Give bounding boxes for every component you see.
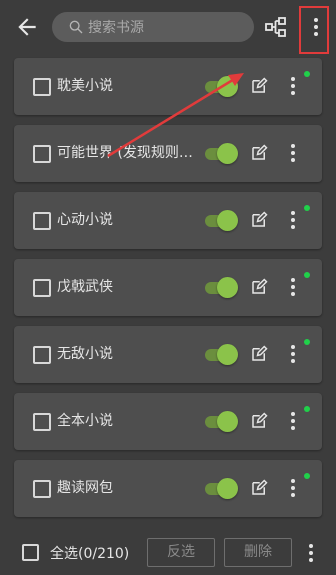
edit-icon[interactable] (250, 479, 268, 497)
update-badge (304, 272, 310, 278)
select-checkbox[interactable] (33, 145, 51, 163)
source-card[interactable]: 耽美小说 (14, 58, 322, 115)
more-icon[interactable] (287, 343, 299, 365)
edit-icon[interactable] (250, 345, 268, 363)
source-name: 心动小说 (57, 212, 113, 228)
update-badge (304, 406, 310, 412)
update-badge (304, 339, 310, 345)
more-icon[interactable] (287, 276, 299, 298)
edit-icon[interactable] (250, 144, 268, 162)
enable-switch[interactable] (203, 210, 239, 232)
update-badge (304, 71, 310, 77)
more-icon[interactable] (287, 410, 299, 432)
edit-icon[interactable] (250, 77, 268, 95)
bottom-action-bar: 全选(0/210) 反选 删除 (0, 532, 336, 575)
enable-switch[interactable] (203, 478, 239, 500)
source-name: 戊戟武侠 (57, 279, 113, 295)
source-name: 无敌小说 (57, 346, 113, 362)
select-checkbox[interactable] (33, 78, 51, 96)
invert-selection-button[interactable]: 反选 (147, 538, 215, 567)
select-all-checkbox[interactable] (22, 544, 39, 561)
back-arrow-icon[interactable] (14, 14, 40, 40)
more-icon[interactable] (287, 209, 299, 231)
enable-switch[interactable] (203, 76, 239, 98)
edit-icon[interactable] (250, 211, 268, 229)
source-card[interactable]: 无敌小说 (14, 326, 322, 383)
source-card[interactable]: 心动小说 (14, 192, 322, 249)
enable-switch[interactable] (203, 277, 239, 299)
select-checkbox[interactable] (33, 212, 51, 230)
select-all-label[interactable]: 全选(0/210) (50, 543, 129, 563)
source-name: 趣读网包 (57, 480, 113, 496)
search-icon (69, 20, 83, 34)
more-icon[interactable] (287, 477, 299, 499)
select-checkbox[interactable] (33, 480, 51, 498)
edit-icon[interactable] (250, 412, 268, 430)
delete-button[interactable]: 删除 (224, 538, 292, 567)
update-badge (304, 205, 310, 211)
search-input[interactable] (86, 12, 250, 44)
edit-icon[interactable] (250, 278, 268, 296)
top-app-bar (0, 0, 336, 56)
source-name: 可能世界 (发现规则为... (57, 145, 199, 161)
search-box[interactable] (52, 12, 254, 44)
select-checkbox[interactable] (33, 346, 51, 364)
more-icon[interactable] (305, 542, 317, 564)
more-icon[interactable] (287, 75, 299, 97)
source-card[interactable]: 可能世界 (发现规则为... (14, 125, 322, 182)
highlight-box (299, 6, 329, 54)
source-card[interactable]: 趣读网包 (14, 460, 322, 517)
enable-switch[interactable] (203, 143, 239, 165)
source-name: 耽美小说 (57, 78, 113, 94)
source-card[interactable]: 戊戟武侠 (14, 259, 322, 316)
update-badge (304, 473, 310, 479)
enable-switch[interactable] (203, 344, 239, 366)
source-card[interactable]: 全本小说 (14, 393, 322, 450)
enable-switch[interactable] (203, 411, 239, 433)
select-checkbox[interactable] (33, 279, 51, 297)
select-checkbox[interactable] (33, 413, 51, 431)
more-icon[interactable] (287, 142, 299, 164)
group-icon[interactable] (264, 15, 288, 39)
source-name: 全本小说 (57, 413, 113, 429)
